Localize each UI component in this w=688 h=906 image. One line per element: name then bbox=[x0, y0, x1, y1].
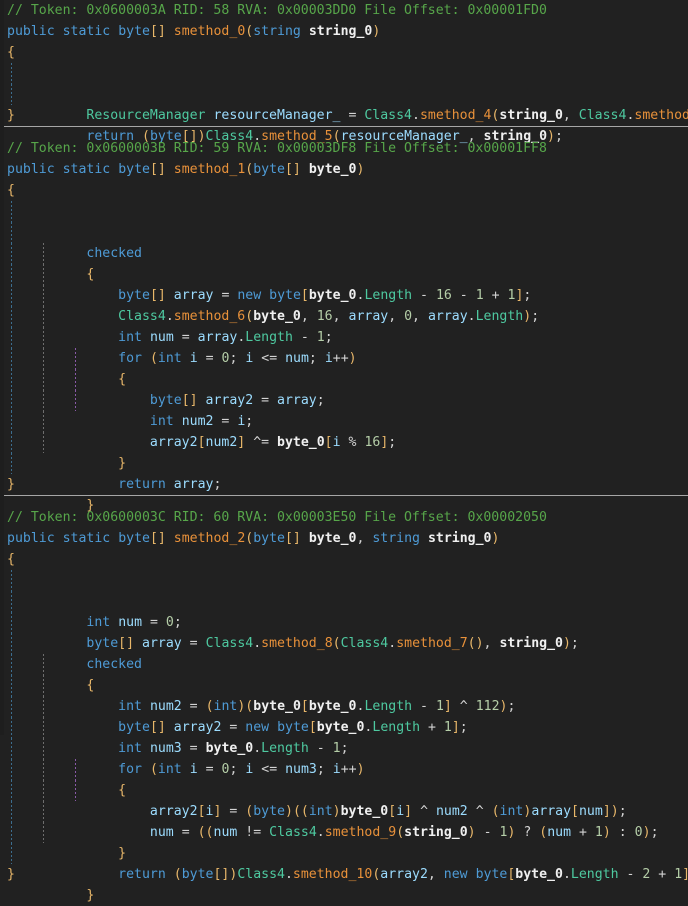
method-block-smethod_2: // Token: 0x0600003C RID: 60 RVA: 0x0000… bbox=[0, 507, 688, 903]
indent-guides bbox=[0, 570, 688, 591]
code-line: { bbox=[7, 183, 15, 198]
code-line: { bbox=[0, 738, 688, 798]
indent-guides bbox=[0, 822, 688, 843]
code-line: num = ((num != Class4.smethod_9(string_0… bbox=[0, 780, 688, 840]
comment-line: // Token: 0x0600003C RID: 60 RVA: 0x0000… bbox=[0, 507, 688, 528]
method-signature-line: public static byte[] smethod_0(string st… bbox=[7, 24, 381, 39]
indent-guides bbox=[0, 285, 688, 306]
code-view-left-margin bbox=[0, 0, 4, 735]
indent-guides bbox=[0, 738, 688, 759]
code-line: } bbox=[0, 801, 688, 861]
indent-guides bbox=[0, 780, 688, 801]
code-line: int num3 = byte_0.Length - 1; bbox=[0, 696, 688, 756]
indent-guides bbox=[0, 591, 688, 612]
indent-guides bbox=[0, 453, 688, 474]
code-line: int num2 = (int)(byte_0[byte_0.Length - … bbox=[0, 654, 688, 714]
method-block-smethod_1: // Token: 0x0600003B RID: 59 RVA: 0x0000… bbox=[0, 138, 688, 513]
code-line: } bbox=[0, 453, 688, 513]
code-line: } bbox=[7, 867, 15, 882]
code-line: int num = 0; bbox=[0, 570, 688, 630]
code-line: byte[] array = Class4.smethod_8(Class4.s… bbox=[0, 591, 688, 651]
indent-guides bbox=[0, 411, 688, 432]
indent-guides bbox=[0, 843, 688, 864]
code-line: for (int i = 0; i <= num; i++) bbox=[0, 306, 688, 366]
comment-line: // Token: 0x0600003B RID: 59 RVA: 0x0000… bbox=[0, 138, 688, 159]
code-line: ResourceManager resourceManager_ = Class… bbox=[0, 63, 688, 123]
indent-guides bbox=[0, 432, 688, 453]
indent-guides bbox=[0, 654, 688, 675]
code-line: { bbox=[0, 633, 688, 693]
code-line: return (byte[])Class4.smethod_10(array2,… bbox=[0, 822, 688, 882]
block-gap bbox=[0, 496, 688, 507]
code-line: int num2 = i; bbox=[0, 369, 688, 429]
indent-guides bbox=[0, 759, 688, 780]
code-line: checked bbox=[0, 612, 688, 672]
indent-guides bbox=[0, 63, 688, 84]
indent-guides bbox=[0, 633, 688, 654]
code-line: } bbox=[7, 108, 15, 123]
token-comment: // Token: 0x0600003A RID: 58 RVA: 0x0000… bbox=[7, 3, 547, 18]
method-block-smethod_0: // Token: 0x0600003A RID: 58 RVA: 0x0000… bbox=[0, 0, 688, 144]
indent-guides bbox=[0, 84, 688, 105]
code-line: Class4.smethod_6(byte_0, 16, array, 0, a… bbox=[0, 264, 688, 324]
code-line: { bbox=[7, 45, 15, 60]
code-line: byte[] array2 = array; bbox=[0, 348, 688, 408]
method-signature-line: public static byte[] smethod_1(byte[] by… bbox=[7, 162, 365, 177]
indent-guides bbox=[0, 201, 688, 222]
indent-guides bbox=[0, 612, 688, 633]
code-line: } bbox=[7, 477, 15, 492]
method-signature-line: public static byte[] smethod_2(byte[] by… bbox=[7, 531, 500, 546]
code-line: return array; bbox=[0, 432, 688, 492]
indent-guides bbox=[0, 675, 688, 696]
code-line: byte[] array2 = new byte[byte_0.Length +… bbox=[0, 675, 688, 735]
token-comment: // Token: 0x0600003C RID: 60 RVA: 0x0000… bbox=[7, 510, 547, 525]
code-line: checked bbox=[0, 201, 688, 261]
indent-guides bbox=[0, 327, 688, 348]
code-line: array2[i] = (byte)((int)byte_0[i] ^ num2… bbox=[0, 759, 688, 819]
code-line: { bbox=[0, 327, 688, 387]
indent-guides bbox=[0, 348, 688, 369]
code-line: byte[] array = new byte[byte_0.Length - … bbox=[0, 243, 688, 303]
indent-guides bbox=[0, 801, 688, 822]
indent-guides bbox=[0, 243, 688, 264]
code-line: array2[num2] ^= byte_0[i % 16]; bbox=[0, 390, 688, 450]
code-line: { bbox=[0, 222, 688, 282]
indent-guides bbox=[0, 369, 688, 390]
code-line: } bbox=[0, 411, 688, 471]
indent-guides bbox=[0, 390, 688, 411]
decompiler-code-viewer[interactable]: // Token: 0x0600003A RID: 58 RVA: 0x0000… bbox=[0, 0, 688, 903]
indent-guides bbox=[0, 222, 688, 243]
comment-line: // Token: 0x0600003A RID: 58 RVA: 0x0000… bbox=[0, 0, 688, 21]
code-line: int num = array.Length - 1; bbox=[0, 285, 688, 345]
token-comment: // Token: 0x0600003B RID: 59 RVA: 0x0000… bbox=[7, 141, 547, 156]
code-line: } bbox=[0, 843, 688, 903]
code-line: { bbox=[7, 552, 15, 567]
indent-guides bbox=[0, 264, 688, 285]
indent-guides bbox=[0, 306, 688, 327]
code-line: return (byte[])Class4.smethod_5(resource… bbox=[0, 84, 688, 144]
indent-guides bbox=[0, 696, 688, 717]
